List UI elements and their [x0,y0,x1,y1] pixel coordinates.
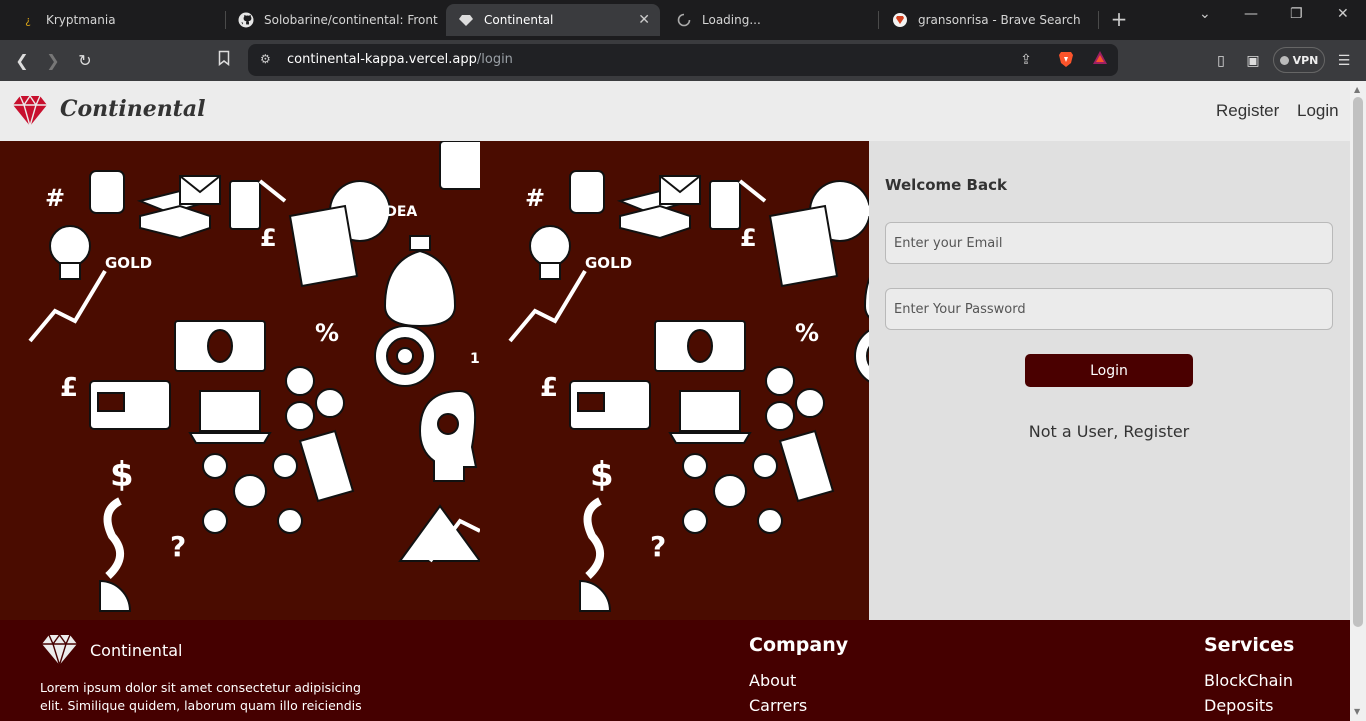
site-info-icon[interactable]: ⚙ [260,52,274,66]
restore-button[interactable]: ❐ [1290,6,1303,22]
wallet-icon[interactable]: ▣ [1242,50,1264,72]
kryptmania-favicon: ¿ [25,13,31,27]
site-footer: Continental Lorem ipsum dolor sit amet c… [0,620,1350,721]
register-link[interactable]: Not a User, Register [869,422,1349,441]
url-path: /login [476,52,513,67]
sidebar-toggle-icon[interactable]: ▯ [1210,50,1232,72]
browser-tab-bar: ¿ Kryptmania Solobarine/continental: Fro… [0,0,1366,40]
close-window-button[interactable]: ✕ [1337,6,1349,22]
brave-shields-icon[interactable] [1056,50,1076,70]
vpn-button[interactable]: VPN [1273,47,1325,73]
site-header: Continental Register Login [0,81,1350,141]
footer-brand: Continental [90,641,183,660]
tab-title: Solobarine/continental: Front End [264,13,442,27]
tab-title: Loading... [702,13,761,27]
footer-link-blockchain[interactable]: BlockChain [1204,671,1293,690]
finance-doodle-pattern: GOLD # £ % 15% £ $ IDEA ? [0,141,869,620]
browser-toolbar: ❮ ❯ ↻ ⚙ continental-kappa.vercel.app/log… [0,40,1366,81]
address-bar[interactable]: ⚙ continental-kappa.vercel.app/login ⇪ [248,44,1118,76]
footer-link-deposits[interactable]: Deposits [1204,696,1274,715]
welcome-heading: Welcome Back [885,176,1007,194]
vpn-label: VPN [1292,53,1319,67]
tab-kryptmania[interactable]: ¿ Kryptmania [8,4,220,36]
new-tab-button[interactable]: + [1108,8,1130,30]
diamond-logo-icon[interactable] [12,94,48,128]
forward-button[interactable]: ❯ [42,50,64,72]
diamond-logo-icon [41,633,78,667]
brave-rewards-icon[interactable] [1090,50,1110,70]
tab-continental[interactable]: Continental ✕ [446,4,660,36]
vpn-status-icon [1279,55,1289,65]
url-text[interactable]: continental-kappa.vercel.app/login [287,52,513,67]
scroll-up-arrow-icon[interactable]: ▲ [1354,85,1360,94]
password-input[interactable] [885,288,1333,330]
share-icon[interactable]: ⇪ [1016,50,1036,70]
url-host: continental-kappa.vercel.app [287,52,477,67]
scrollbar-thumb[interactable] [1353,97,1363,627]
footer-company-heading: Company [749,634,849,656]
hero-doodle-image: GOLD # £ % 15% £ $ IDEA ? [0,141,869,620]
reload-button[interactable]: ↻ [74,50,96,72]
page-viewport: Continental Register Login Welcome Back … [0,81,1350,721]
close-tab-icon[interactable]: ✕ [638,12,650,28]
tab-github[interactable]: Solobarine/continental: Front End [226,4,442,36]
tab-title: Continental [484,13,554,27]
scroll-down-arrow-icon[interactable]: ▼ [1354,707,1360,716]
github-icon [238,12,254,28]
login-form: Welcome Back Login Not a User, Register [869,141,1350,620]
tab-search-icon[interactable]: ⌄ [1199,6,1211,22]
page-scrollbar[interactable]: ▲ ▼ [1350,81,1366,721]
bookmark-icon[interactable] [218,50,234,70]
tab-title: gransonrisa - Brave Search [918,13,1081,27]
login-submit-button[interactable]: Login [1025,354,1193,387]
email-input[interactable] [885,222,1333,264]
tab-title: Kryptmania [46,13,116,27]
brave-search-icon [892,12,908,28]
nav-register-link[interactable]: Register [1216,101,1279,121]
tab-brave-search[interactable]: gransonrisa - Brave Search [880,4,1094,36]
brand-name[interactable]: Continental [60,96,205,122]
loading-spinner-icon [676,12,692,28]
diamond-icon [458,12,474,28]
footer-link-about[interactable]: About [749,671,796,690]
footer-services-heading: Services [1204,634,1295,656]
menu-icon[interactable]: ☰ [1333,50,1355,72]
footer-link-careers[interactable]: Carrers [749,696,807,715]
minimize-button[interactable]: — [1244,6,1258,22]
footer-description: Lorem ipsum dolor sit amet consectetur a… [40,680,362,713]
back-button[interactable]: ❮ [11,50,33,72]
tab-loading[interactable]: Loading... [664,4,874,36]
nav-login-link[interactable]: Login [1297,101,1339,121]
